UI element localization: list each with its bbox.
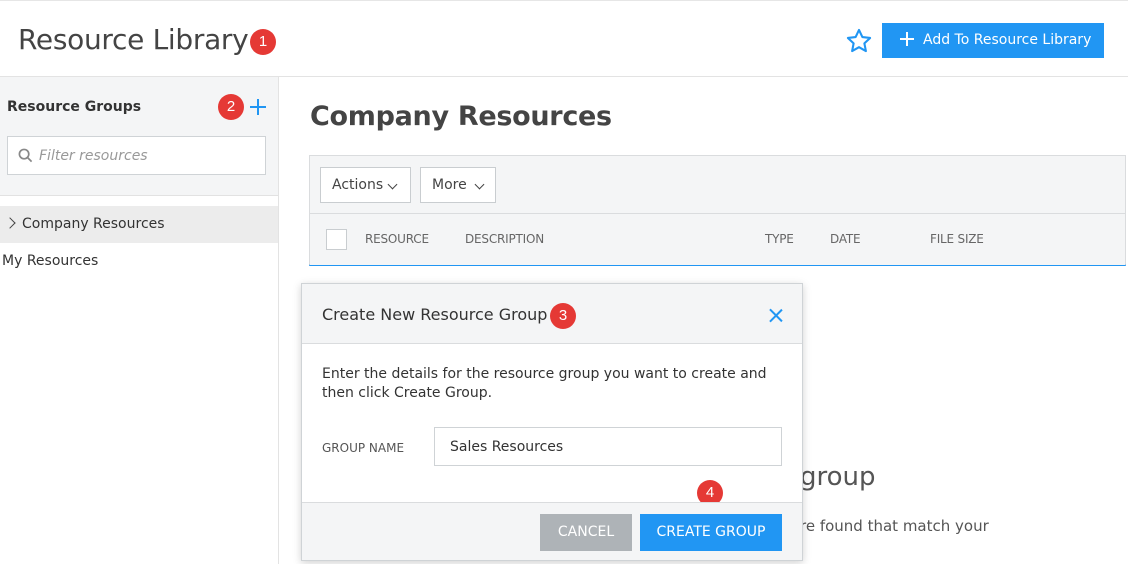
empty-state-title: group — [800, 462, 876, 492]
group-name-input[interactable] — [434, 427, 782, 466]
filter-input[interactable] — [39, 145, 259, 167]
search-icon — [18, 148, 33, 163]
close-icon[interactable] — [769, 309, 782, 322]
plus-icon — [900, 32, 914, 46]
empty-state-text: re found that match your — [800, 517, 989, 535]
chevron-right-icon — [4, 217, 16, 229]
create-group-dialog: Create New Resource Group 3 Enter the de… — [301, 283, 803, 561]
resource-grid: Actions More RESOURCE DESCRIPTION TYPE D… — [309, 155, 1126, 266]
cancel-button[interactable]: CANCEL — [540, 514, 632, 551]
sidebar-item-my-resources[interactable]: My Resources — [2, 253, 98, 269]
annotation-badge-3: 3 — [550, 303, 576, 329]
select-all-checkbox[interactable] — [326, 229, 347, 250]
sidebar: Resource Groups 2 Company Resources My R… — [0, 77, 279, 564]
annotation-badge-2: 2 — [218, 94, 244, 120]
star-icon[interactable] — [845, 27, 873, 55]
column-header-type[interactable]: TYPE — [765, 232, 794, 246]
dialog-title: Create New Resource Group — [322, 305, 548, 324]
chevron-down-icon — [474, 179, 485, 190]
dialog-description: Enter the details for the resource group… — [322, 366, 767, 401]
dialog-header: Create New Resource Group 3 — [302, 284, 802, 344]
sidebar-header: Resource Groups 2 — [0, 77, 278, 196]
add-to-library-button[interactable]: Add To Resource Library — [882, 23, 1104, 58]
column-header-description[interactable]: DESCRIPTION — [465, 232, 544, 246]
actions-label: Actions — [332, 177, 384, 193]
column-header-file-size[interactable]: FILE SIZE — [930, 232, 984, 246]
section-title: Company Resources — [310, 101, 612, 132]
add-to-library-label: Add To Resource Library — [923, 32, 1092, 48]
add-group-icon[interactable] — [250, 99, 266, 115]
table-header: RESOURCE DESCRIPTION TYPE DATE FILE SIZE — [310, 213, 1125, 265]
dialog-footer: CANCEL CREATE GROUP — [302, 502, 802, 560]
create-group-button[interactable]: CREATE GROUP — [640, 514, 782, 551]
more-dropdown[interactable]: More — [420, 167, 496, 203]
resource-groups-title: Resource Groups — [7, 99, 142, 115]
more-label: More — [432, 177, 467, 193]
column-header-date[interactable]: DATE — [830, 232, 861, 246]
sidebar-item-label: Company Resources — [22, 216, 165, 232]
app-header: Resource Library 1 Add To Resource Libra… — [0, 0, 1128, 77]
annotation-badge-1: 1 — [250, 29, 276, 55]
sidebar-item-company-resources[interactable]: Company Resources — [0, 206, 278, 243]
group-name-label: GROUP NAME — [322, 441, 405, 455]
chevron-down-icon — [387, 179, 398, 190]
column-header-resource[interactable]: RESOURCE — [365, 232, 429, 246]
filter-box — [7, 136, 266, 175]
actions-dropdown[interactable]: Actions — [320, 167, 411, 203]
page-title: Resource Library — [18, 23, 249, 56]
